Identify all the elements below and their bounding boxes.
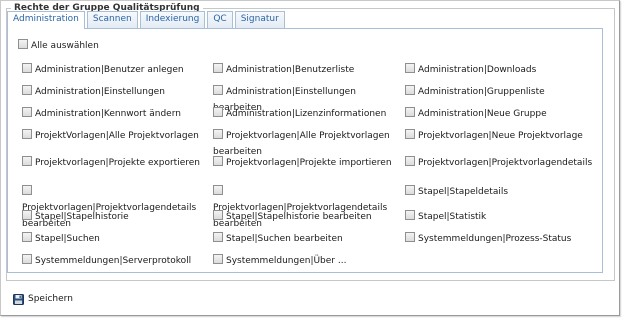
permission-checkbox[interactable] <box>22 85 32 95</box>
permission-label: Stapel|Statistik <box>418 212 487 222</box>
permission-label: Administration|Kennwort ändern <box>35 109 181 119</box>
permission-item[interactable]: Stapel|Statistik <box>405 209 595 225</box>
permission-label: Systemmeldungen|Serverprotokoll <box>35 256 192 266</box>
select-all-checkbox[interactable] <box>18 39 28 49</box>
permission-item[interactable]: Projektvorlagen|Neue Projektvorlage <box>405 128 595 144</box>
permission-checkbox[interactable] <box>22 210 32 220</box>
permission-label: Stapel|Stapelhistorie bearbeiten <box>226 212 372 222</box>
permission-checkbox[interactable] <box>22 254 32 264</box>
permission-checkbox[interactable] <box>22 129 32 139</box>
tab-administration[interactable]: Administration <box>7 11 85 29</box>
permission-checkbox[interactable] <box>213 232 223 242</box>
permission-label: Administration|Benutzerliste <box>226 65 355 75</box>
permission-label: Administration|Downloads <box>418 65 537 75</box>
permission-checkbox[interactable] <box>405 63 415 73</box>
permission-item[interactable]: Stapel|Suchen bearbeiten <box>213 231 399 247</box>
permission-label: Administration|Gruppenliste <box>418 87 545 97</box>
permission-item[interactable]: Administration|Lizenzinformationen <box>213 106 399 122</box>
permission-item[interactable]: Administration|Einstellungen <box>22 84 208 100</box>
permission-item[interactable]: Stapel|Stapelhistorie <box>22 209 208 225</box>
permission-checkbox[interactable] <box>22 107 32 117</box>
permission-checkbox[interactable] <box>405 232 415 242</box>
permission-label: Administration|Lizenzinformationen <box>226 109 387 119</box>
permission-label: Projektvorlagen|Alle Projektvorlagen bea… <box>213 131 390 157</box>
permission-label: Stapel|Stapelhistorie <box>35 212 129 222</box>
permission-label: Systemmeldungen|Über ... <box>226 256 347 266</box>
select-all-label: Alle auswählen <box>31 41 99 51</box>
floppy-disk-icon <box>13 293 24 305</box>
permission-label: Administration|Einstellungen <box>35 87 165 97</box>
permission-item[interactable]: Systemmeldungen|Prozess-Status <box>405 231 595 247</box>
permission-label: Stapel|Suchen <box>35 234 100 244</box>
permission-checkbox[interactable] <box>213 156 223 166</box>
permission-label: Systemmeldungen|Prozess-Status <box>418 234 572 244</box>
permission-item[interactable]: Stapel|Stapeldetails <box>405 184 595 200</box>
tab-signatur[interactable]: Signatur <box>234 11 285 28</box>
permission-checkbox[interactable] <box>405 210 415 220</box>
permission-checkbox[interactable] <box>213 210 223 220</box>
permission-checkbox[interactable] <box>213 254 223 264</box>
permission-label: Projektvorlagen|Projekte exportieren <box>35 158 200 168</box>
permission-item[interactable]: Administration|Gruppenliste <box>405 84 595 100</box>
permission-label: Administration|Neue Gruppe <box>418 109 547 119</box>
permission-label: Stapel|Stapeldetails <box>418 187 509 197</box>
permission-checkbox[interactable] <box>405 156 415 166</box>
tab-scannen[interactable]: Scannen <box>86 11 138 28</box>
tab-bar: Administration Scannen Indexierung QC Si… <box>7 11 287 29</box>
permission-item[interactable]: Projektvorlagen|Projektvorlagendetails <box>405 155 595 171</box>
permission-checkbox[interactable] <box>213 63 223 73</box>
permission-checkbox[interactable] <box>213 129 223 139</box>
permission-checkbox[interactable] <box>213 185 223 195</box>
permission-label: Projektvorlagen|Projektvorlagendetails <box>418 158 593 168</box>
permission-checkbox[interactable] <box>22 156 32 166</box>
permission-label: ProjektVorlagen|Alle Projektvorlagen <box>35 131 199 141</box>
save-label: Speichern <box>28 294 73 304</box>
tab-indexierung[interactable]: Indexierung <box>139 11 206 28</box>
permission-item[interactable]: ProjektVorlagen|Alle Projektvorlagen <box>22 128 208 144</box>
permission-checkbox[interactable] <box>405 85 415 95</box>
permission-item[interactable]: Administration|Downloads <box>405 62 595 78</box>
permission-item[interactable]: Administration|Benutzerliste <box>213 62 399 78</box>
permission-checkbox[interactable] <box>22 185 32 195</box>
permission-checkbox[interactable] <box>405 107 415 117</box>
permission-checkbox[interactable] <box>213 107 223 117</box>
permission-item[interactable]: Administration|Kennwort ändern <box>22 106 208 122</box>
permission-label: Projektvorlagen|Projekte importieren <box>226 158 392 168</box>
save-button[interactable]: Speichern <box>13 292 73 306</box>
permission-label: Stapel|Suchen bearbeiten <box>226 234 343 244</box>
select-all-row[interactable]: Alle auswählen <box>18 38 99 54</box>
permission-item[interactable]: Systemmeldungen|Über ... <box>213 253 399 269</box>
tab-qc[interactable]: QC <box>207 11 233 28</box>
permission-checkbox[interactable] <box>213 85 223 95</box>
permission-checkbox[interactable] <box>22 63 32 73</box>
permission-item[interactable]: Administration|Benutzer anlegen <box>22 62 208 78</box>
permission-label: Projektvorlagen|Neue Projektvorlage <box>418 131 583 141</box>
permission-checkbox[interactable] <box>405 129 415 139</box>
permission-checkbox[interactable] <box>405 185 415 195</box>
permission-item[interactable]: Stapel|Suchen <box>22 231 208 247</box>
permission-label: Administration|Benutzer anlegen <box>35 65 184 75</box>
tab-panel-administration: Alle auswählen Administration|Benutzer a… <box>7 28 603 273</box>
permission-checkbox[interactable] <box>22 232 32 242</box>
permission-item[interactable]: Stapel|Stapelhistorie bearbeiten <box>213 209 399 225</box>
permissions-window: Rechte der Gruppe Qualitätsprüfung Admin… <box>0 0 620 316</box>
permission-item[interactable]: Systemmeldungen|Serverprotokoll <box>22 253 208 269</box>
permission-item[interactable]: Administration|Neue Gruppe <box>405 106 595 122</box>
permission-item[interactable]: Projektvorlagen|Projekte importieren <box>213 155 399 171</box>
permission-item[interactable]: Projektvorlagen|Projekte exportieren <box>22 155 208 171</box>
